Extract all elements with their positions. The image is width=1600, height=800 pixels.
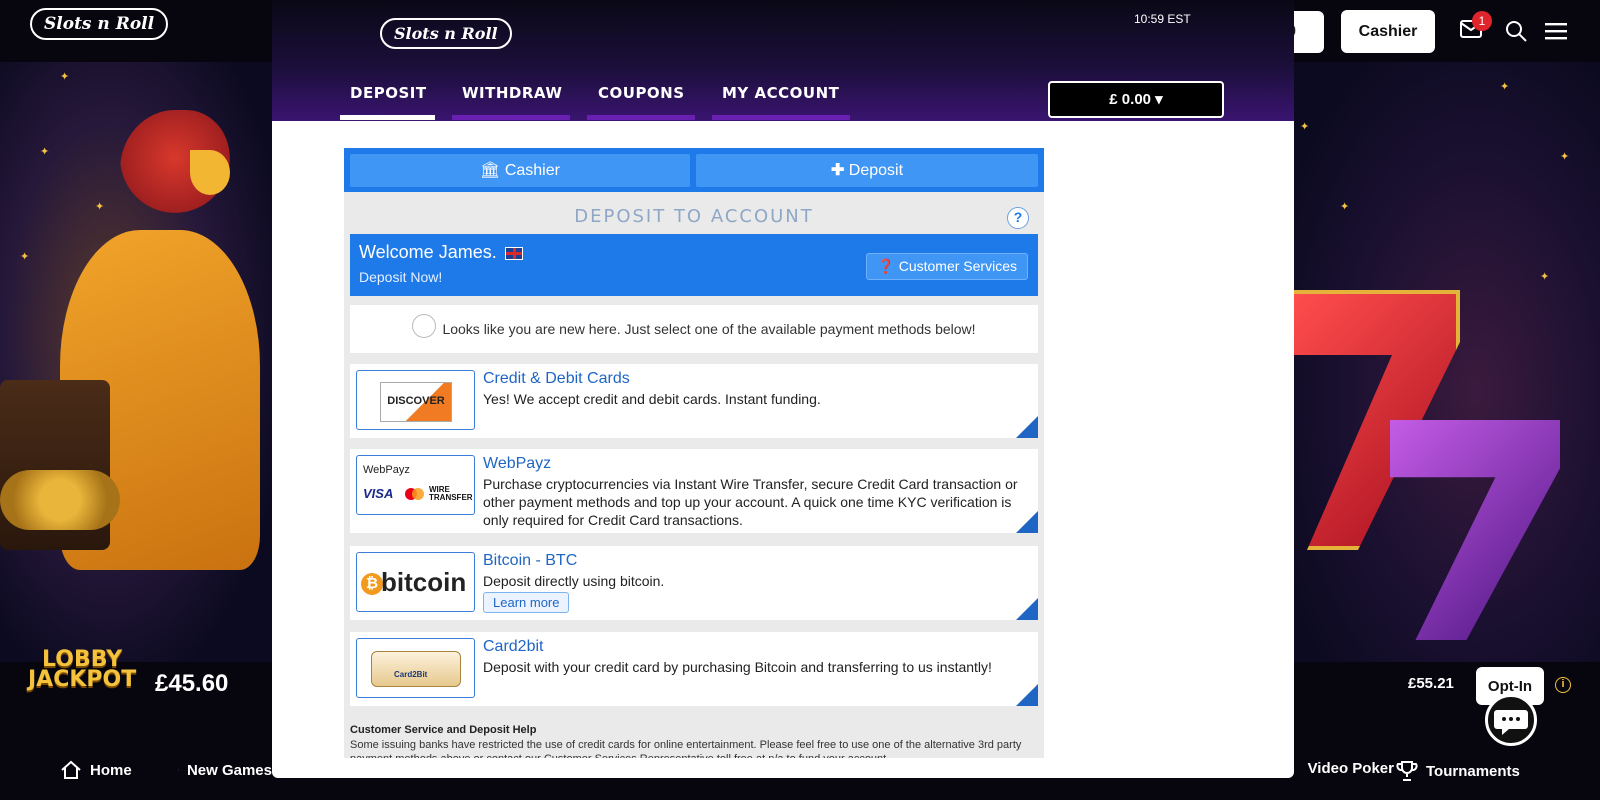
tab-my-account[interactable]: MY ACCOUNT [722,84,839,102]
subtab-deposit[interactable]: ✚ Deposit [696,154,1038,187]
notification-badge: 1 [1472,11,1492,31]
welcome-banner: Welcome James. Deposit Now! ❓ Customer S… [350,234,1038,296]
live-chat-button[interactable] [1485,694,1537,746]
payment-method-desc: Yes! We accept credit and debit cards. I… [483,391,821,407]
card2bit-wordmark: Card2Bit [394,670,428,679]
smiley-icon [412,314,437,339]
webpayz-logo: WebPayz VISA WIRE TRANSFER [356,455,475,515]
parrot-beak [190,150,230,195]
customer-services-button[interactable]: ❓ Customer Services [866,253,1028,280]
payment-method-bitcoin[interactable]: ₿ bitcoin Bitcoin - BTC Deposit directly… [350,546,1038,620]
account-balance-dropdown[interactable]: £ 0.00 ▾ [1048,81,1224,118]
payment-method-webpayz[interactable]: WebPayz VISA WIRE TRANSFER WebPayz Purch… [350,449,1038,533]
search-icon[interactable] [1505,20,1527,42]
site-logo[interactable]: Slots n Roll [30,8,169,40]
mastercard-icon [405,488,424,500]
new-user-message: Looks like you are new here. Just select… [350,305,1038,353]
cashier-button[interactable]: Cashier [1341,10,1435,53]
payment-method-name[interactable]: Bitcoin - BTC [483,552,577,570]
subtab-cashier-label: Cashier [504,162,560,179]
star-icon: ✦ [1540,271,1550,283]
corner-arrow-icon [1016,511,1038,533]
card2bit-logo: Card2Bit [356,638,475,698]
deposit-title: DEPOSIT TO ACCOUNT [574,206,814,227]
visa-icon: VISA [363,486,394,501]
payment-method-desc: Deposit directly using bitcoin. [483,573,665,589]
tab-deposit[interactable]: DEPOSIT [350,84,427,102]
help-text: Some issuing banks have restricted the u… [350,739,1022,758]
learn-more-button[interactable]: Learn more [483,592,570,613]
subtab-cashier[interactable]: 🏛 Cashier [350,154,690,187]
help-icon[interactable]: ? [1007,207,1029,229]
nav-video-poker[interactable]: Video Poker [1294,760,1394,777]
clock: 10:59 EST [1134,12,1191,26]
card2bit-card-icon: Card2Bit [371,651,461,687]
corner-arrow-icon [1016,416,1038,438]
deposit-panel: 🏛 Cashier ✚ Deposit DEPOSIT TO ACCOUNT ?… [344,148,1044,758]
new-user-text: Looks like you are new here. Just select… [442,321,976,337]
payment-method-desc: Purchase cryptocurrencies via Instant Wi… [483,476,1018,528]
diamond-icon [178,769,179,771]
plus-icon: ✚ [830,162,845,179]
bank-icon: 🏛 [480,162,501,179]
star-icon: ✦ [1500,81,1510,93]
nav-video-poker-label: Video Poker [1307,760,1394,777]
gold-coins [0,470,120,530]
discover-card-icon: DISCOVER [380,382,452,422]
wire-transfer-icon: WIRE TRANSFER [429,485,473,502]
bitcoin-wordmark: bitcoin [381,567,467,597]
payment-method-cards[interactable]: DISCOVER Credit & Debit Cards Yes! We ac… [350,364,1038,438]
jackpot-amount: £45.60 [155,670,229,697]
uk-flag-icon [504,246,523,260]
tab-coupons[interactable]: COUPONS [598,84,685,102]
tab-my-account-indicator [712,115,850,120]
payment-method-name[interactable]: Card2bit [483,638,543,656]
bitcoin-logo: ₿ bitcoin [356,552,475,612]
cashier-modal: Slots n Roll 10:59 EST DEPOSIT WITHDRAW … [272,0,1294,778]
payment-method-desc: Deposit with your credit card by purchas… [483,659,992,675]
corner-arrow-icon [1016,598,1038,620]
chat-bubble-icon [1494,710,1528,735]
star-icon: ✦ [1300,121,1310,133]
lobby-jackpot-logo: LOBBY JACKPOT [28,649,137,692]
info-icon[interactable]: i [1555,677,1571,693]
question-circle-icon: ❓ [877,258,895,274]
star-icon: ✦ [95,201,105,213]
customer-services-label: Customer Services [898,258,1017,274]
modal-header: Slots n Roll 10:59 EST DEPOSIT WITHDRAW … [272,0,1294,121]
tab-deposit-indicator [340,115,435,120]
home-icon [61,760,81,779]
star-icon: ✦ [40,146,50,158]
payment-method-card2bit[interactable]: Card2Bit Card2bit Deposit with your cred… [350,632,1038,706]
tab-withdraw-indicator [452,115,570,120]
cashier-subtabs: 🏛 Cashier ✚ Deposit [344,148,1044,192]
bitcoin-icon: ₿ [361,573,383,595]
nav-new-games-label: New Games [186,761,272,779]
discover-logo: DISCOVER [356,370,475,430]
tab-coupons-indicator [587,115,695,120]
nav-new-games[interactable]: New Games [178,760,272,780]
tab-withdraw[interactable]: WITHDRAW [462,84,562,102]
star-icon: ✦ [60,71,70,83]
payment-method-name[interactable]: WebPayz [483,455,551,473]
star-icon: ✦ [1340,201,1350,213]
jackpot-label-line2: JACKPOT [28,667,137,692]
star-icon: ✦ [1560,151,1570,163]
nav-tournaments[interactable]: Tournaments [1396,760,1520,782]
nav-home-label: Home [90,761,132,779]
payment-method-name[interactable]: Credit & Debit Cards [483,370,630,388]
star-icon: ✦ [20,251,30,263]
nav-tournaments-label: Tournaments [1426,762,1520,780]
nav-home[interactable]: Home [60,760,132,780]
secondary-jackpot-amount: £55.21 [1408,675,1454,692]
subtab-deposit-label: Deposit [848,162,904,179]
corner-arrow-icon [1016,684,1038,706]
help-heading: Customer Service and Deposit Help [350,724,537,736]
hamburger-menu-icon[interactable] [1545,22,1567,40]
webpayz-wordmark: WebPayz [363,464,410,476]
modal-logo: Slots n Roll [380,18,512,49]
trophy-icon [1396,761,1418,781]
welcome-text: Welcome James. [359,242,497,262]
